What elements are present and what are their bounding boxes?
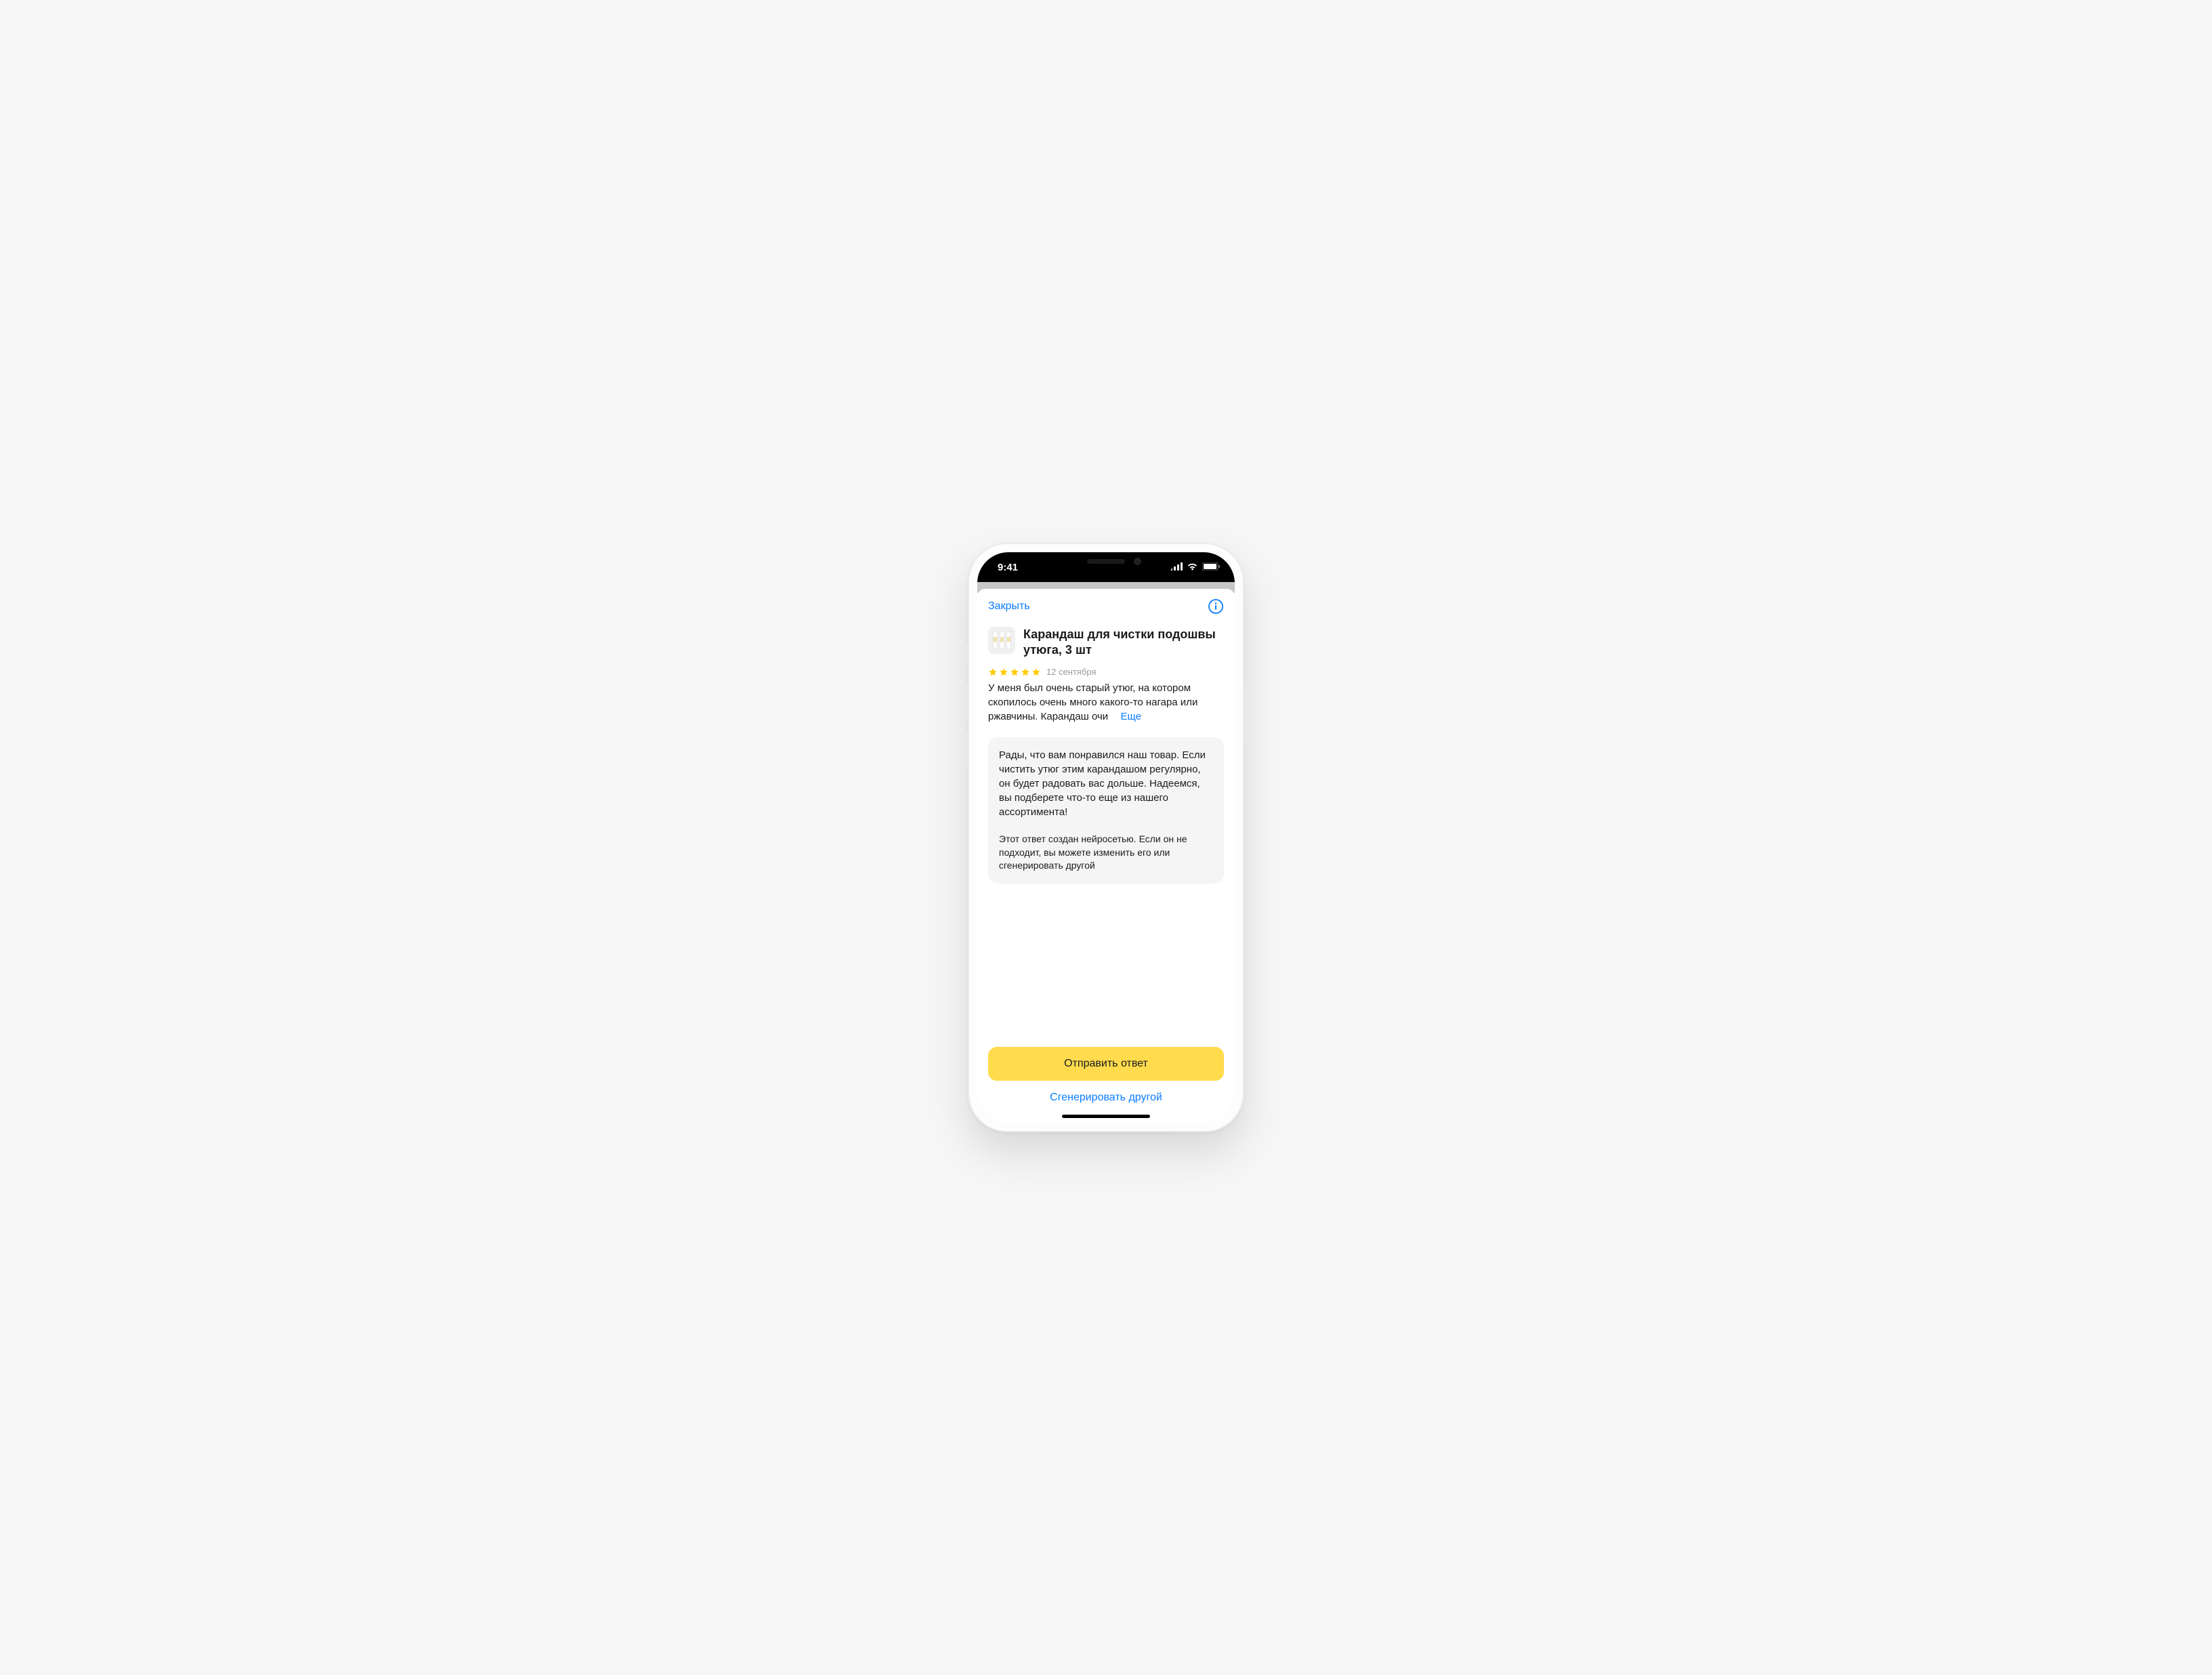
- status-time: 9:41: [998, 562, 1018, 573]
- rating-row: 12 сентября: [988, 667, 1224, 677]
- mute-switch: [965, 644, 968, 665]
- review-date: 12 сентября: [1046, 667, 1097, 677]
- product-thumbnail: [988, 627, 1015, 654]
- status-icons: [1170, 562, 1220, 571]
- ai-disclaimer: Этот ответ создан нейросетью. Если он не…: [999, 833, 1213, 873]
- close-button[interactable]: Закрыть: [988, 600, 1030, 613]
- reply-card: Рады, что вам понравился наш товар. Если…: [988, 737, 1224, 884]
- wifi-icon: [1187, 562, 1198, 571]
- power-button: [1244, 685, 1247, 743]
- star-icon: [988, 667, 998, 677]
- review-more-button[interactable]: Еще: [1114, 711, 1142, 722]
- reply-text: Рады, что вам понравился наш товар. Если…: [999, 748, 1213, 819]
- star-icon: [1010, 667, 1019, 677]
- home-indicator[interactable]: [1062, 1115, 1150, 1118]
- product-title: Карандаш для чистки подошвы утюга, 3 шт: [1023, 627, 1224, 657]
- volume-down-button: [965, 732, 968, 770]
- phone-frame: 9:41 Закрыть: [968, 543, 1244, 1132]
- notch: [1038, 552, 1174, 575]
- product-row: Карандаш для чистки подошвы утюга, 3 шт: [988, 627, 1224, 657]
- action-bar: Отправить ответ Сгенерировать другой: [977, 1047, 1235, 1123]
- sheet-content: Карандаш для чистки подошвы утюга, 3 шт …: [977, 621, 1235, 1047]
- regenerate-button[interactable]: Сгенерировать другой: [988, 1081, 1224, 1109]
- battery-icon: [1202, 562, 1220, 571]
- screen: 9:41 Закрыть: [977, 552, 1235, 1123]
- rating-stars: [988, 667, 1041, 677]
- star-icon: [999, 667, 1008, 677]
- info-icon: [1208, 599, 1223, 614]
- review-text-container: У меня был очень старый утюг, на котором…: [988, 681, 1224, 724]
- volume-up-button: [965, 685, 968, 722]
- modal-sheet: Закрыть Карандаш для чистки подошвы утюг…: [977, 589, 1235, 1123]
- review-text: У меня был очень старый утюг, на котором…: [988, 682, 1197, 722]
- sheet-header: Закрыть: [977, 589, 1235, 621]
- send-reply-button[interactable]: Отправить ответ: [988, 1047, 1224, 1081]
- star-icon: [1031, 667, 1041, 677]
- star-icon: [1021, 667, 1030, 677]
- info-button[interactable]: [1208, 598, 1224, 615]
